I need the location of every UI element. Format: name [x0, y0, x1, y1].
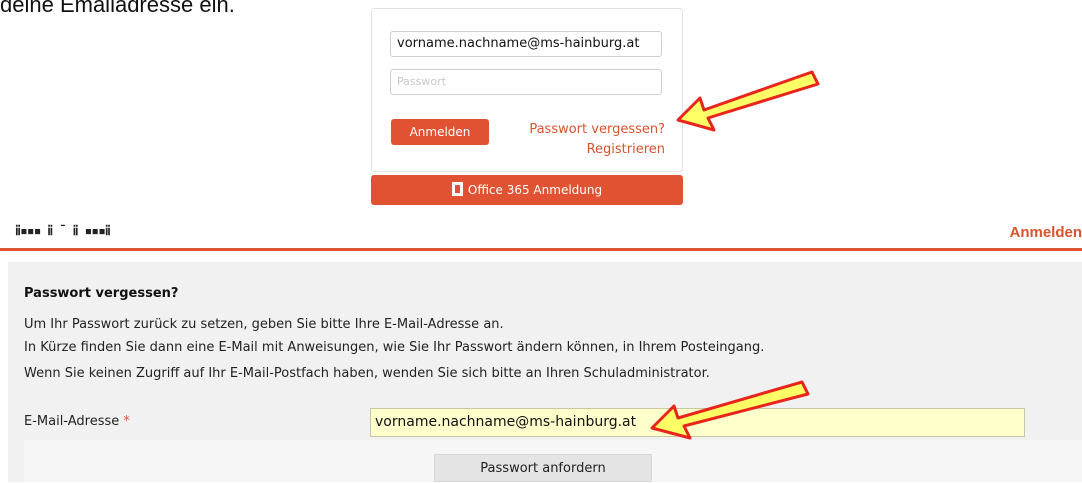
- arrow-icon: [676, 70, 820, 132]
- annotation-arrows: [650, 70, 820, 440]
- arrow-icon: [650, 380, 810, 440]
